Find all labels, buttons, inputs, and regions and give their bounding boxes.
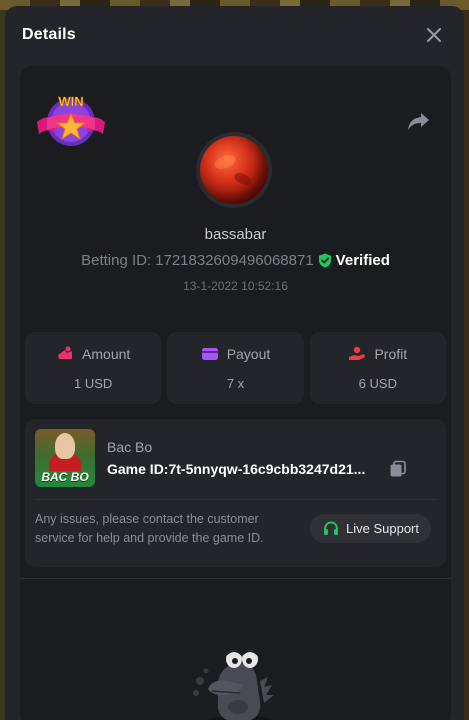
details-modal: Details WIN bassabar Betting ID: 1721832… (5, 6, 464, 720)
betting-id-label: Betting ID: (81, 252, 152, 269)
stat-payout-value: 7 x (226, 375, 245, 391)
verified-badge: Verified (318, 252, 390, 269)
close-icon (427, 28, 441, 42)
headset-icon (324, 520, 338, 535)
card-divider (35, 499, 436, 500)
stat-payout-head: Payout (201, 345, 271, 362)
stats-row: Amount 1 USD Payout 7 x Profit 6 USD (25, 332, 446, 404)
live-support-label: Live Support (346, 521, 419, 536)
betting-id-row: Betting ID: 1721832609496068871 Verified (20, 252, 451, 269)
game-thumbnail[interactable]: BAC BO (35, 429, 95, 487)
coins-icon (58, 346, 73, 359)
crocodile-mascot-icon (193, 650, 274, 720)
modal-title: Details (22, 26, 76, 43)
stat-payout: Payout 7 x (167, 332, 304, 404)
wallet-icon (201, 347, 218, 360)
modal-header: Details (5, 6, 464, 64)
avatar (196, 132, 272, 208)
verified-label: Verified (335, 252, 390, 269)
share-button[interactable] (407, 110, 431, 132)
stat-profit: Profit 6 USD (309, 332, 446, 404)
stat-amount-label: Amount (82, 345, 131, 362)
win-badge-icon: WIN (37, 94, 105, 146)
win-badge-text: WIN (58, 94, 83, 109)
game-id: Game ID:7t-5nnyqw-16c9cbb3247d21... (107, 461, 379, 477)
stat-amount-head: Amount (56, 346, 130, 362)
stat-profit-head: Profit (348, 346, 407, 362)
stat-amount-value: 1 USD (74, 375, 113, 391)
game-thumbnail-text: BAC BO (41, 470, 89, 484)
thumb-person (55, 433, 75, 459)
avatar-image (200, 136, 268, 204)
bet-details-panel: WIN bassabar Betting ID: 172183260949606… (20, 66, 451, 720)
panel-divider (20, 578, 451, 579)
help-text: Any issues, please contact the customer … (35, 512, 264, 545)
stat-payout-label: Payout (226, 345, 271, 362)
stat-profit-value: 6 USD (358, 375, 397, 391)
shield-check-icon (318, 253, 331, 268)
stat-amount: Amount 1 USD (25, 332, 162, 404)
game-name: Bac Bo (107, 439, 153, 455)
username: bassabar (204, 226, 267, 243)
game-id-label: Game ID: (107, 461, 169, 477)
copy-game-id-button[interactable] (389, 460, 407, 478)
close-button[interactable] (422, 23, 446, 47)
share-icon (408, 113, 429, 130)
game-id-value: 7t-5nnyqw-16c9cbb3247d21... (168, 461, 366, 477)
game-card: BAC BO Bac Bo Game ID:7t-5nnyqw-16c9cbb3… (25, 419, 446, 567)
betting-id-value: 1721832609496068871 (155, 252, 314, 269)
bet-timestamp: 13-1-2022 10:52:16 (183, 279, 288, 293)
stat-profit-label: Profit (374, 345, 408, 362)
hand-coin-icon (349, 346, 366, 360)
live-support-button[interactable]: Live Support (310, 514, 431, 543)
copy-icon (390, 460, 406, 477)
